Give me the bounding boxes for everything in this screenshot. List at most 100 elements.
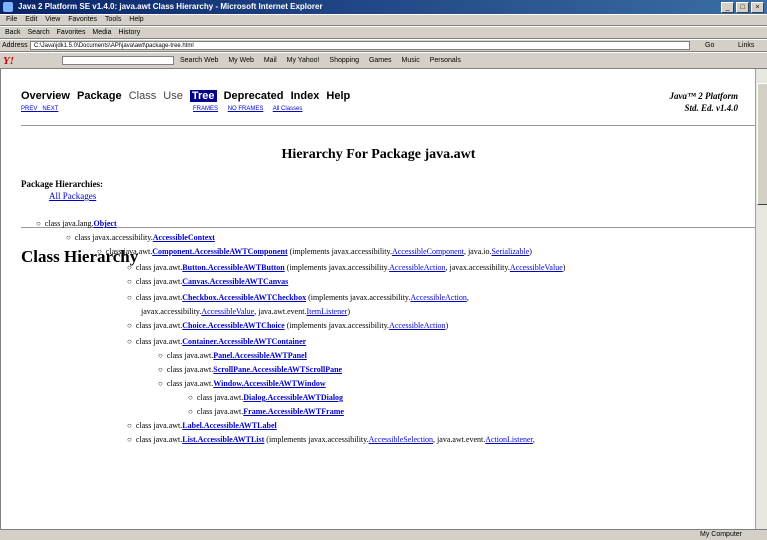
menu-favorites[interactable]: Favorites	[68, 16, 97, 23]
all-packages-link[interactable]: All Packages	[49, 191, 96, 201]
menu-file[interactable]: File	[6, 16, 17, 23]
interface-link[interactable]: AccessibleSelection	[369, 435, 433, 444]
vertical-scrollbar[interactable]	[755, 69, 767, 529]
bullet-icon: ○	[158, 365, 163, 374]
yahoo-search-input[interactable]	[62, 56, 174, 65]
tree-text: class java.awt.	[166, 379, 214, 388]
menu-edit[interactable]: Edit	[25, 16, 37, 23]
class-link[interactable]: Object	[94, 219, 117, 228]
class-link[interactable]: AccessibleContext	[153, 233, 215, 242]
page-viewport: Overview Package Class Use Tree Deprecat…	[0, 69, 755, 529]
yahoo-logo[interactable]: Y!	[3, 55, 14, 67]
menu-view[interactable]: View	[45, 16, 60, 23]
bullet-icon: ○	[127, 421, 132, 430]
yahoo-item-my-yahoo[interactable]: My Yahoo!	[287, 57, 320, 64]
yahoo-item-personals[interactable]: Personals	[430, 57, 461, 64]
tree-text: (implements javax.accessibility.	[284, 263, 390, 272]
interface-link[interactable]: AccessibleAction	[389, 263, 445, 272]
scrollbar-thumb[interactable]	[757, 83, 767, 205]
tree-text: (implements javax.accessibility.	[264, 435, 369, 444]
minimize-button[interactable]: _	[721, 2, 734, 13]
ie-icon	[3, 2, 13, 12]
interface-link[interactable]: Serializable	[492, 247, 530, 256]
search-button[interactable]: Search	[28, 29, 50, 36]
yahoo-item-shopping[interactable]: Shopping	[329, 57, 359, 64]
class-link[interactable]: Canvas.AccessibleAWTCanvas	[182, 277, 288, 286]
tree-text: (implements javax.accessibility.	[284, 321, 390, 330]
bullet-icon: ○	[127, 293, 132, 302]
class-link[interactable]: List.AccessibleAWTList	[182, 435, 264, 444]
class-link[interactable]: Checkbox.AccessibleAWTCheckbox	[182, 293, 306, 302]
class-link[interactable]: Component.AccessibleAWTComponent	[152, 247, 287, 256]
nav-use: Use	[163, 90, 183, 102]
class-link[interactable]: ScrollPane.AccessibleAWTScrollPane	[213, 365, 342, 374]
tree-text: class java.awt.	[135, 321, 183, 330]
interface-link[interactable]: ItemListener	[306, 307, 347, 316]
bullet-icon: ○	[127, 263, 132, 272]
tree-text: )	[445, 321, 449, 330]
back-button[interactable]: Back	[5, 29, 21, 36]
tree-text: class java.awt.	[135, 435, 183, 444]
maximize-button[interactable]: □	[736, 2, 749, 13]
status-bar: My Computer	[0, 529, 767, 540]
tree-text: ,	[466, 293, 469, 302]
tree-line: ○ class java.awt.Dialog.AccessibleAWTDial…	[188, 393, 343, 402]
class-link[interactable]: Dialog.AccessibleAWTDialog	[243, 393, 343, 402]
close-button[interactable]: ×	[751, 2, 764, 13]
favorites-button[interactable]: Favorites	[57, 29, 86, 36]
address-label: Address	[2, 42, 28, 49]
tree-text: class java.awt.	[135, 337, 183, 346]
class-link[interactable]: Choice.AccessibleAWTChoice	[182, 321, 284, 330]
links-button[interactable]: Links	[738, 42, 754, 49]
no-frames-link[interactable]: NO FRAMES	[228, 106, 264, 112]
window-title: Java 2 Platform SE v1.4.0: java.awt Clas…	[18, 2, 323, 11]
media-button[interactable]: Media	[92, 29, 111, 36]
address-input[interactable]: C:\Java\jdk1.5.0\Documents\API\java\awt\…	[30, 41, 690, 50]
browser-toolbar: Back Search Favorites Media History	[0, 26, 767, 39]
menu-bar: File Edit View Favorites Tools Help	[0, 14, 767, 26]
yahoo-search-web-button[interactable]: Search Web	[180, 57, 218, 64]
nav-overview[interactable]: Overview	[21, 90, 70, 102]
bullet-icon: ○	[127, 321, 132, 330]
interface-link[interactable]: AccessibleAction	[410, 293, 466, 302]
class-link[interactable]: Window.AccessibleAWTWindow	[213, 379, 325, 388]
interface-link[interactable]: ActionListener	[485, 435, 533, 444]
next-link[interactable]: NEXT	[42, 106, 58, 112]
interface-link[interactable]: AccessibleComponent	[392, 247, 464, 256]
yahoo-item-music[interactable]: Music	[401, 57, 419, 64]
frames-link[interactable]: FRAMES	[193, 106, 218, 112]
interface-link[interactable]: AccessibleValue	[201, 307, 254, 316]
bullet-icon: ○	[188, 407, 193, 416]
menu-help[interactable]: Help	[129, 16, 143, 23]
class-link[interactable]: Container.AccessibleAWTContainer	[182, 337, 306, 346]
go-button[interactable]: Go	[705, 42, 714, 49]
package-hierarchies-label: Package Hierarchies:	[21, 179, 104, 189]
menu-tools[interactable]: Tools	[105, 16, 121, 23]
tree-text: class java.awt.	[105, 247, 153, 256]
tree-text: class java.awt.	[166, 351, 214, 360]
yahoo-item-my-web[interactable]: My Web	[228, 57, 254, 64]
tree-line: ○ class java.awt.Component.AccessibleAWTC…	[97, 247, 532, 256]
yahoo-item-games[interactable]: Games	[369, 57, 392, 64]
interface-link[interactable]: AccessibleAction	[389, 321, 445, 330]
tree-text: ,	[532, 435, 535, 444]
all-classes-link[interactable]: All Classes	[273, 106, 303, 112]
tree-text: , java.io.	[463, 247, 492, 256]
class-link[interactable]: Frame.AccessibleAWTFrame	[243, 407, 344, 416]
class-link[interactable]: Button.AccessibleAWTButton	[182, 263, 284, 272]
nav-help[interactable]: Help	[326, 90, 350, 102]
javadoc-navbar: Overview Package Class Use Tree Deprecat…	[1, 83, 755, 139]
prev-link[interactable]: PREV	[21, 106, 37, 112]
nav-package[interactable]: Package	[77, 90, 122, 102]
tree-line: ○ class java.awt.Frame.AccessibleAWTFrame	[188, 407, 344, 416]
class-link[interactable]: Panel.AccessibleAWTPanel	[213, 351, 307, 360]
tree-text: , java.awt.event.	[433, 435, 486, 444]
yahoo-item-mail[interactable]: Mail	[264, 57, 277, 64]
nav-index[interactable]: Index	[291, 90, 320, 102]
nav-deprecated[interactable]: Deprecated	[224, 90, 284, 102]
history-button[interactable]: History	[118, 29, 140, 36]
interface-link[interactable]: AccessibleValue	[510, 263, 563, 272]
class-link[interactable]: Label.AccessibleAWTLabel	[182, 421, 276, 430]
tree-line: ○ class java.awt.Checkbox.AccessibleAWTCh…	[127, 293, 469, 302]
divider	[21, 125, 755, 126]
